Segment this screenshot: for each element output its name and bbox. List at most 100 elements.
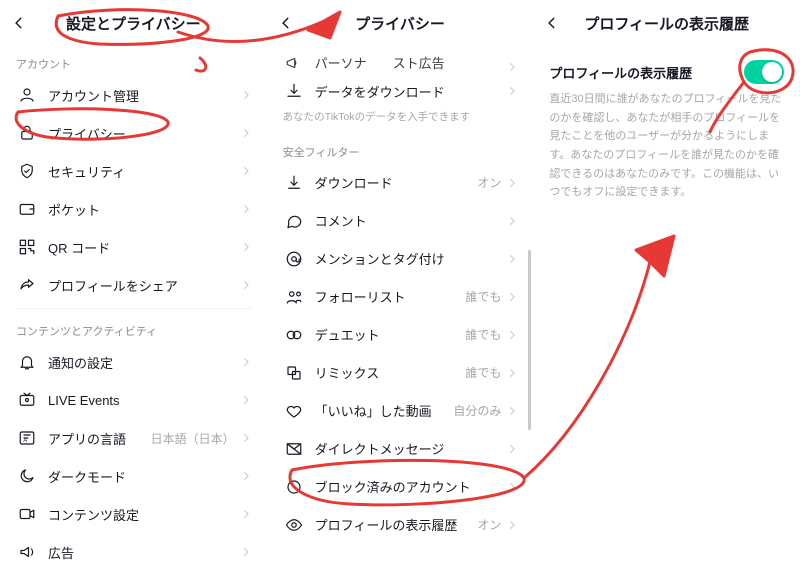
moon-icon	[18, 467, 36, 485]
share-icon-wrap	[16, 276, 38, 294]
ads-icon	[18, 543, 36, 561]
panel1-title: 設定とプライバシー	[66, 13, 201, 34]
chevron-right-icon	[507, 520, 517, 530]
lang-icon: A	[18, 429, 36, 447]
liked-videos-row[interactable]: 「いいね」した動画 自分のみ	[267, 392, 534, 430]
duet-label: デュエット	[315, 325, 466, 344]
security-row[interactable]: セキュリティ	[0, 152, 267, 190]
shield-icon-wrap	[16, 162, 38, 180]
row-value: 日本語（日本）	[151, 430, 235, 447]
security-label: セキュリティ	[48, 162, 241, 181]
comments-row[interactable]: コメント	[267, 202, 534, 240]
bell-icon	[18, 353, 36, 371]
settings-panel: 設定とプライバシー アカウント アカウント管理 プライバシー セキュリティ ポケ…	[0, 0, 267, 533]
duet-row[interactable]: デュエット 誰でも	[267, 316, 534, 354]
row-value: 自分のみ	[453, 402, 501, 419]
downloads-row[interactable]: ダウンロード オン	[267, 164, 534, 202]
ads-row[interactable]: 広告	[0, 533, 267, 571]
chevron-right-icon	[241, 547, 251, 557]
bell-icon-wrap	[16, 353, 38, 371]
back-button-2[interactable]	[279, 16, 293, 30]
comments-label: コメント	[315, 211, 508, 230]
comment-icon	[285, 212, 303, 230]
dl-icon-wrap	[283, 174, 305, 192]
direct-message-row[interactable]: ダイレクトメッセージ	[267, 430, 534, 468]
profile-view-toggle[interactable]	[744, 60, 784, 84]
section-content: コンテンツとアクティビティ	[0, 313, 267, 343]
share-icon	[18, 276, 36, 294]
chevron-left-icon	[545, 16, 559, 30]
blocked-label: ブロック済みのアカウント	[315, 477, 508, 496]
lock-icon-wrap	[16, 124, 38, 142]
back-button-3[interactable]	[545, 16, 559, 30]
profile-view-history-row[interactable]: プロフィールの表示履歴 オン	[267, 506, 534, 544]
pocket-row[interactable]: ポケット	[0, 190, 267, 228]
personalized-ads-label: パーソナ スト広告	[315, 53, 508, 72]
block-icon-wrap	[283, 478, 305, 496]
row-value: 誰でも	[465, 364, 501, 381]
qr-code-label: QR コード	[48, 238, 241, 257]
chevron-right-icon	[241, 90, 251, 100]
duet-icon-wrap	[283, 326, 305, 344]
row-value: 誰でも	[465, 326, 501, 343]
video-icon	[18, 505, 36, 523]
live-icon-wrap	[16, 391, 38, 409]
app-language-label: アプリの言語	[48, 429, 151, 448]
personalized-ads-row[interactable]: パーソナ スト広告	[267, 46, 534, 72]
chevron-left-icon	[12, 16, 26, 30]
download-icon	[285, 82, 303, 100]
chevron-right-icon	[241, 280, 251, 290]
mentions-row[interactable]: メンションとタグ付け	[267, 240, 534, 278]
remix-row[interactable]: リミックス 誰でも	[267, 354, 534, 392]
profile-view-panel: プロフィールの表示履歴 プロフィールの表示履歴 直近30日間に誰があなたのプロフ…	[533, 0, 800, 533]
downloads-label: ダウンロード	[315, 173, 478, 192]
divider	[16, 308, 251, 309]
back-button-1[interactable]	[12, 16, 26, 30]
share-profile-row[interactable]: プロフィールをシェア	[0, 266, 267, 304]
profile-view-label: プロフィールの表示履歴	[549, 63, 692, 82]
chevron-right-icon	[241, 357, 251, 367]
notifications-label: 通知の設定	[48, 353, 241, 372]
eye-icon-wrap	[283, 516, 305, 534]
live-icon	[18, 391, 36, 409]
row-value: オン	[477, 174, 501, 191]
scrollbar[interactable]	[528, 250, 531, 430]
duet-icon	[285, 326, 303, 344]
content-settings-row[interactable]: コンテンツ設定	[0, 495, 267, 533]
download-data-label: データをダウンロード	[315, 82, 508, 101]
chevron-right-icon	[507, 482, 517, 492]
wallet-icon	[18, 200, 36, 218]
dark-mode-row[interactable]: ダークモード	[0, 457, 267, 495]
chevron-right-icon	[241, 242, 251, 252]
follow-list-row[interactable]: フォローリスト 誰でも	[267, 278, 534, 316]
download-data-row[interactable]: データをダウンロード	[267, 72, 534, 110]
qr-code-row[interactable]: QR コード	[0, 228, 267, 266]
wallet-icon-wrap	[16, 200, 38, 218]
chevron-right-icon	[507, 368, 517, 378]
remix-label: リミックス	[315, 363, 466, 382]
qr-icon-wrap	[16, 238, 38, 256]
privacy-row[interactable]: プライバシー	[0, 114, 267, 152]
blocked-row[interactable]: ブロック済みのアカウント	[267, 468, 534, 506]
chevron-left-icon	[279, 16, 293, 30]
ads-icon-wrap	[16, 543, 38, 561]
notifications-row[interactable]: 通知の設定	[0, 343, 267, 381]
share-profile-label: プロフィールをシェア	[48, 276, 241, 295]
profile-view-history-label: プロフィールの表示履歴	[315, 515, 478, 534]
user-icon	[18, 86, 36, 104]
app-language-row[interactable]: A アプリの言語 日本語（日本）	[0, 419, 267, 457]
pocket-label: ポケット	[48, 200, 241, 219]
shield-icon	[18, 162, 36, 180]
chevron-right-icon	[507, 62, 517, 72]
chevron-right-icon	[241, 395, 251, 405]
row-value: オン	[477, 516, 501, 533]
live-events-row[interactable]: LIVE Events	[0, 381, 267, 419]
megaphone-icon	[285, 54, 303, 72]
liked-videos-label: 「いいね」した動画	[315, 401, 454, 420]
direct-message-label: ダイレクトメッセージ	[315, 439, 508, 458]
privacy-label: プライバシー	[48, 124, 241, 143]
mention-icon	[285, 250, 303, 268]
account-manage-row[interactable]: アカウント管理	[0, 76, 267, 114]
lang-icon-wrap: A	[16, 429, 38, 447]
chevron-right-icon	[241, 128, 251, 138]
